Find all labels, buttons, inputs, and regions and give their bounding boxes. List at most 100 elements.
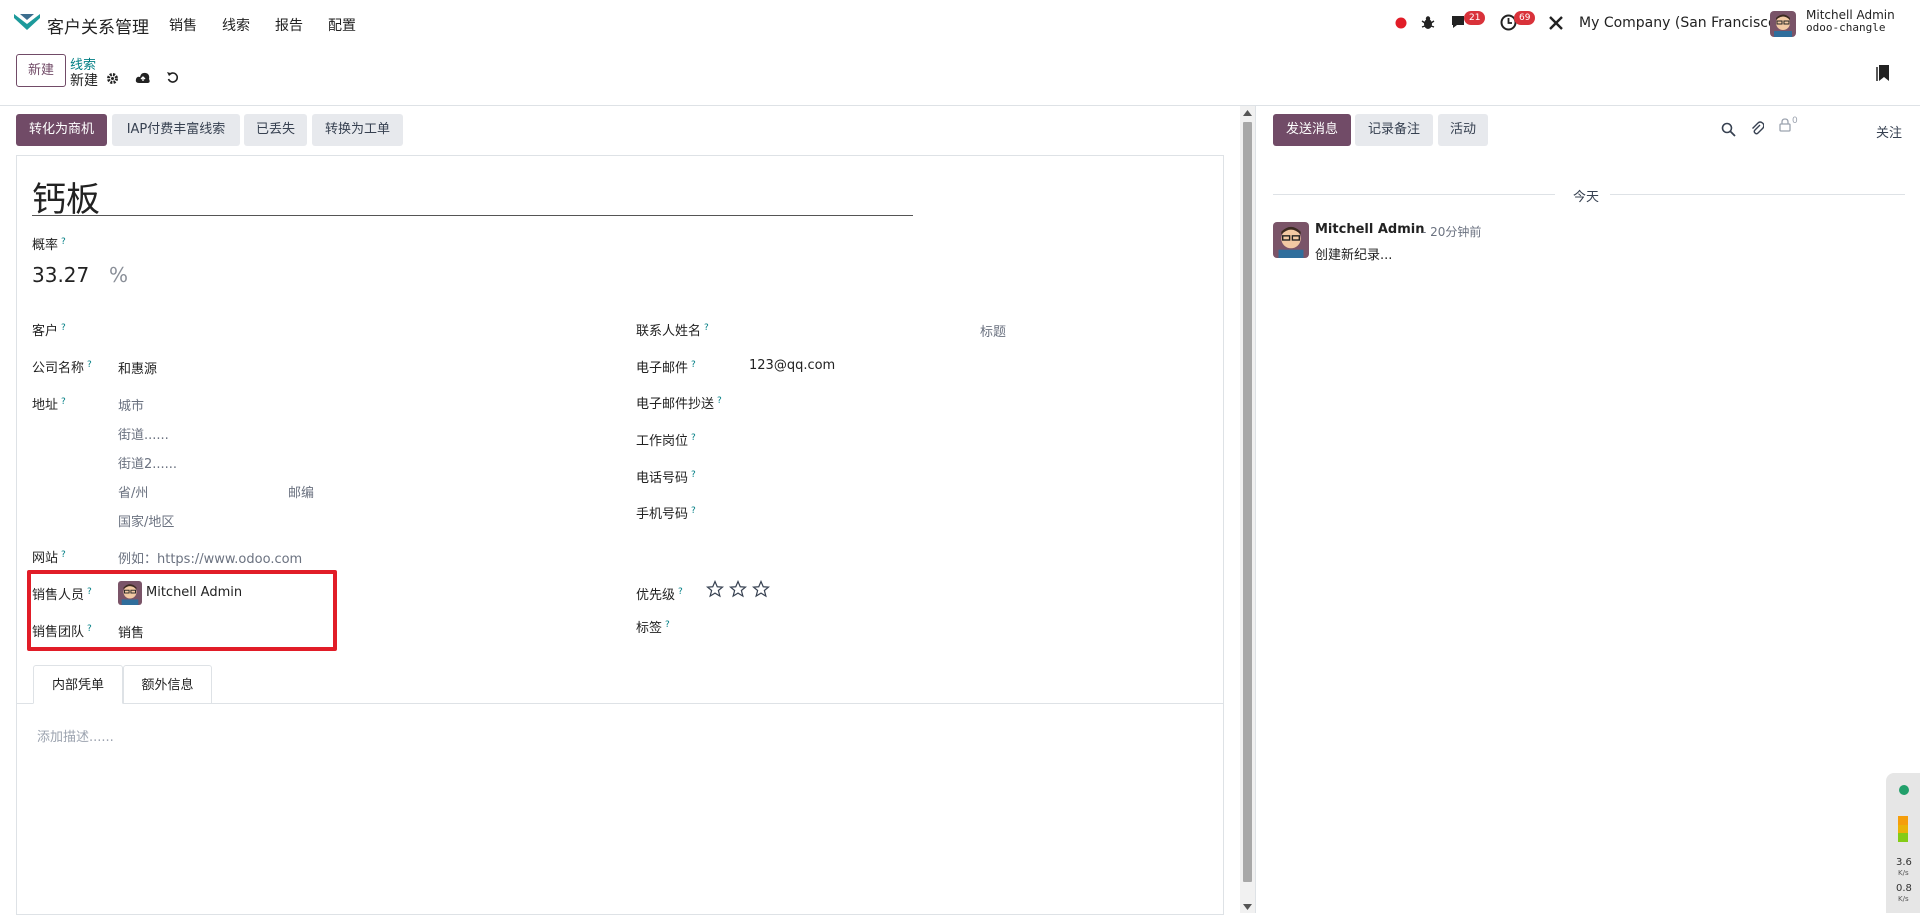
help-icon: ? [665,619,670,630]
contact-name-input[interactable] [749,316,969,338]
zip-input[interactable]: 邮编 [288,482,314,501]
paperclip-icon[interactable] [1750,120,1764,136]
message-avatar[interactable] [1273,222,1309,258]
email-input[interactable]: 123@qq.com [749,358,835,373]
city-input[interactable]: 城市 [118,395,144,414]
form-sheet [16,155,1224,915]
state-input[interactable]: 省/州 [118,482,148,501]
star-icon[interactable] [706,580,724,598]
highlight-box [27,570,337,651]
help-icon: ? [704,322,709,333]
lost-button[interactable]: 已丢失 [244,114,307,146]
today-label: 今天 [1573,190,1600,205]
help-icon: ? [87,359,92,370]
new-button[interactable]: 新建 [16,54,66,87]
search-icon[interactable] [1721,122,1736,137]
help-icon: ? [61,549,66,560]
tags-label: 标签? [636,619,670,636]
today-divider-right [1610,194,1905,195]
messages-badge: 21 [1464,11,1486,25]
priority-label: 优先级? [636,586,683,603]
contact-name-label: 联系人姓名? [636,322,709,339]
menu-sales[interactable]: 销售 [169,15,197,35]
street-input[interactable]: 街道...... [118,424,169,443]
tab-extra-info[interactable]: 额外信息 [123,665,212,704]
website-input[interactable]: 例如：https://www.odoo.com [118,548,302,567]
upload-unit: K/s [1898,869,1909,877]
street2-input[interactable]: 街道2...... [118,453,177,472]
avatar-icon [1770,11,1796,37]
customer-input[interactable] [118,316,608,338]
help-icon: ? [691,432,696,443]
send-message-button[interactable]: 发送消息 [1273,114,1351,146]
customer-label: 客户? [32,322,66,339]
record-indicator-icon[interactable] [1395,17,1407,29]
contact-title-input[interactable]: 标题 [980,321,1006,340]
country-input[interactable]: 国家/地区 [118,511,174,530]
breadcrumb-current: 新建 [70,73,98,89]
control-panel: 新建 线索 新建 [0,46,1920,106]
tags-input[interactable] [706,614,996,636]
description-input[interactable]: 添加描述...... [37,726,114,745]
lead-title-input[interactable]: 钙板 [32,172,100,221]
user-avatar[interactable] [1770,11,1796,37]
followers-button[interactable]: 0 [1779,116,1809,138]
bookmark-icon[interactable] [1876,64,1890,82]
email-cc-label: 电子邮件抄送? [636,395,722,412]
app-name[interactable]: 客户关系管理 [47,13,149,38]
help-icon: ? [678,586,683,597]
status-dot-icon [1899,785,1909,795]
company-name-input[interactable]: 和惠源 [118,358,157,377]
phone-label: 电话号码? [636,469,696,486]
download-unit: K/s [1898,895,1909,903]
iap-enrich-button[interactable]: IAP付费丰富线索 [112,114,240,146]
menu-reports[interactable]: 报告 [275,15,303,35]
company-switcher[interactable]: My Company (San Francisco) [1579,15,1782,31]
mobile-label: 手机号码? [636,505,696,522]
convert-opportunity-button[interactable]: 转化为商机 [16,114,107,146]
follow-button[interactable]: 关注 [1876,122,1902,141]
discard-icon[interactable] [166,71,179,84]
priority-stars [706,580,770,598]
tools-icon[interactable] [1548,15,1564,31]
cloud-save-icon[interactable] [135,71,151,84]
star-icon[interactable] [752,580,770,598]
tab-internal-notes[interactable]: 内部凭单 [33,665,123,704]
help-icon: ? [61,322,66,333]
help-icon: ? [61,236,66,247]
scroll-down-icon[interactable] [1243,904,1252,910]
activity-button[interactable]: 活动 [1438,114,1488,146]
probability-input[interactable]: 33.27 [32,263,89,287]
top-navbar: 客户关系管理 销售 线索 报告 配置 21 69 My Company (San… [0,0,1920,46]
menu-leads[interactable]: 线索 [222,15,250,35]
gear-icon[interactable] [106,72,119,85]
activities-button[interactable]: 69 [1500,11,1540,34]
scroll-up-icon[interactable] [1243,110,1252,116]
bug-icon[interactable] [1421,15,1435,30]
scrollbar-thumb[interactable] [1243,122,1252,882]
probability-label: 概率? [32,236,66,253]
message-body: 创建新纪录... [1315,248,1393,263]
activities-badge: 69 [1514,11,1536,25]
help-icon: ? [691,469,696,480]
message-author[interactable]: Mitchell Admin [1315,222,1424,237]
menu-config[interactable]: 配置 [328,15,356,35]
convert-ticket-button[interactable]: 转换为工单 [312,114,403,146]
today-divider-left [1273,194,1555,195]
crm-logo-icon[interactable] [14,14,40,30]
star-icon[interactable] [729,580,747,598]
website-label: 网站? [32,549,66,566]
user-name[interactable]: Mitchell Admin [1806,8,1895,22]
title-underline [32,215,913,216]
messages-button[interactable]: 21 [1450,11,1490,34]
help-icon: ? [717,395,722,406]
help-icon: ? [691,359,696,370]
lock-icon [1779,118,1791,132]
company-name-label: 公司名称? [32,359,92,376]
avatar-icon [1273,222,1309,258]
network-widget[interactable]: 3.6 K/s 0.8 K/s [1886,773,1920,913]
log-note-button[interactable]: 记录备注 [1355,114,1433,146]
help-icon: ? [691,505,696,516]
database-name: odoo-changle [1806,21,1886,34]
email-label: 电子邮件? [636,359,696,376]
